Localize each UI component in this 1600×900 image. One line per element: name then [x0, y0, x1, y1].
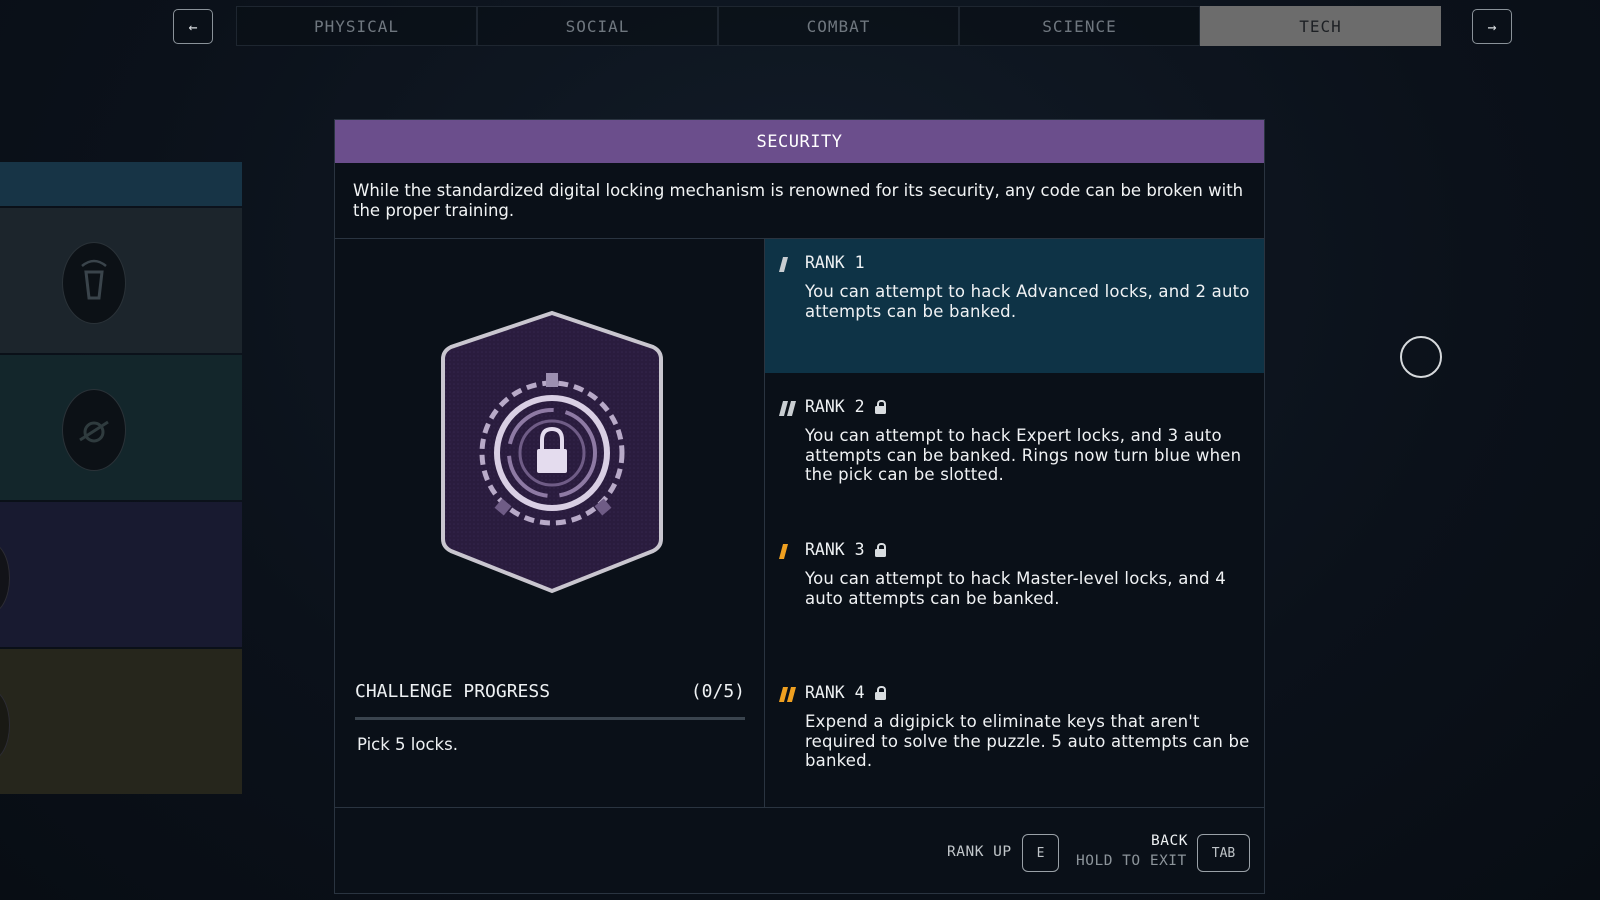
challenge-progress-header: CHALLENGE PROGRESS (0/5): [355, 681, 745, 702]
rank-title: RANK 1: [805, 253, 865, 272]
rank-list: RANK 1 You can attempt to hack Advanced …: [765, 239, 1264, 807]
skill-badge-icon: [62, 389, 126, 471]
rank-title: RANK 2: [805, 397, 865, 416]
rank-4[interactable]: RANK 4 Expend a digipick to eliminate ke…: [765, 669, 1264, 803]
rank-description: You can attempt to hack Advanced locks, …: [805, 282, 1250, 321]
action-bar: RANK UP E BACK HOLD TO EXIT TAB: [335, 807, 1264, 894]
rank-4-icon: [778, 687, 797, 702]
rank-2[interactable]: RANK 2 You can attempt to hack Expert lo…: [765, 383, 1264, 517]
lock-icon: [874, 686, 886, 700]
tab-science[interactable]: SCIENCE: [959, 6, 1200, 46]
tab-tech[interactable]: TECH: [1200, 6, 1441, 46]
next-category-button[interactable]: →: [1472, 9, 1512, 44]
challenge-count: (0/5): [690, 681, 745, 702]
skill-badge-icon: [0, 689, 10, 761]
arrow-right-icon: →: [1487, 17, 1497, 36]
tab-physical[interactable]: PHYSICAL: [236, 6, 477, 46]
skill-card[interactable]: [0, 208, 242, 353]
category-tabs: PHYSICAL SOCIAL COMBAT SCIENCE TECH: [236, 6, 1441, 46]
challenge-description: Pick 5 locks.: [357, 735, 458, 754]
skill-title: SECURITY: [335, 120, 1264, 163]
skill-card[interactable]: [0, 502, 242, 647]
rank-up-label: RANK UP: [947, 844, 1012, 860]
hold-to-exit-label: HOLD TO EXIT: [1076, 853, 1187, 869]
back-label: BACK: [1151, 833, 1188, 849]
tab-key-icon: TAB: [1211, 845, 1236, 861]
skill-detail-panel: SECURITY While the standardized digital …: [334, 119, 1265, 894]
rank-up-button[interactable]: E: [1022, 834, 1059, 872]
rank-description: You can attempt to hack Master-level loc…: [805, 569, 1226, 608]
e-key-icon: E: [1036, 845, 1045, 861]
tab-combat[interactable]: COMBAT: [718, 6, 959, 46]
skill-list-header: [0, 162, 242, 206]
rank-3-icon: [778, 544, 789, 559]
skill-overview: CHALLENGE PROGRESS (0/5) Pick 5 locks.: [335, 239, 765, 807]
rank-1-icon: [778, 257, 789, 272]
rank-description: You can attempt to hack Expert locks, an…: [805, 426, 1242, 484]
cursor-ring-icon: [1400, 336, 1442, 378]
rank-3[interactable]: RANK 3 You can attempt to hack Master-le…: [765, 526, 1264, 660]
lock-icon: [874, 543, 886, 557]
skill-description: While the standardized digital locking m…: [335, 163, 1264, 239]
padlock-icon: [441, 310, 663, 594]
rank-1[interactable]: RANK 1 You can attempt to hack Advanced …: [765, 239, 1264, 373]
rank-title: RANK 3: [805, 540, 865, 559]
challenge-title: CHALLENGE PROGRESS: [355, 681, 551, 702]
tab-social[interactable]: SOCIAL: [477, 6, 718, 46]
skill-list: [0, 162, 242, 794]
prev-category-button[interactable]: ←: [173, 9, 213, 44]
skill-card[interactable]: [0, 649, 242, 794]
arrow-left-icon: ←: [188, 17, 198, 36]
lock-icon: [874, 400, 886, 414]
challenge-progress-bar: [355, 717, 745, 720]
rank-2-icon: [778, 401, 797, 416]
back-button[interactable]: TAB: [1197, 834, 1250, 872]
rank-description: Expend a digipick to eliminate keys that…: [805, 712, 1250, 770]
skill-badge-icon: [62, 242, 126, 324]
rank-title: RANK 4: [805, 683, 865, 702]
skill-card[interactable]: [0, 355, 242, 500]
skill-badge-icon: [0, 542, 10, 614]
